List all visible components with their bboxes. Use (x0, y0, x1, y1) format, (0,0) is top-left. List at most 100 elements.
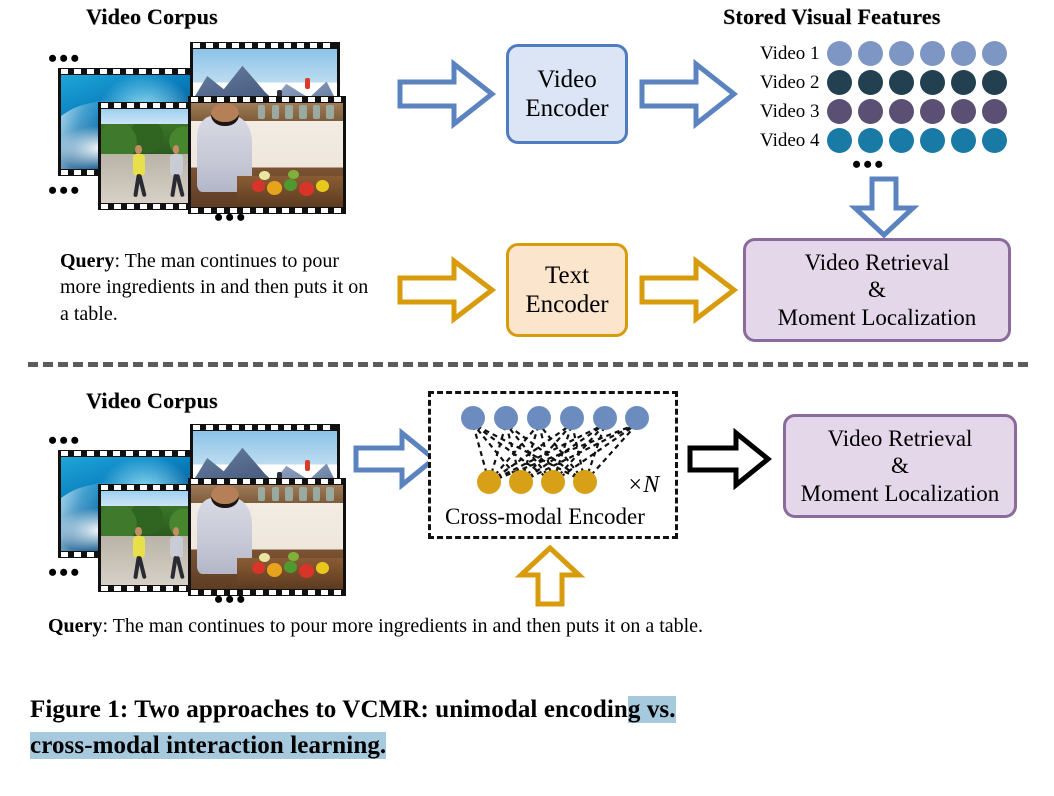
feature-dot (919, 41, 945, 66)
cross-modal-repeat-label: ×N (627, 472, 660, 498)
arrow-corpus-to-cross-modal-encoder (352, 428, 438, 490)
bottom-output-box[interactable]: Video Retrieval & Moment Localization (783, 414, 1017, 518)
bottom-video-corpus-title: Video Corpus (86, 388, 218, 413)
feature-row-label: Video 3 (760, 100, 820, 122)
arrow-encoder-to-output (686, 428, 772, 490)
video-encoder-line1: Video (537, 65, 597, 93)
skier (305, 460, 311, 472)
arrow-query-to-text-encoder (396, 256, 496, 324)
caption-line1-plain: Figure 1: Two approaches to VCMR: unimod… (30, 696, 628, 723)
jar (312, 105, 321, 119)
cross-modal-text-token (541, 470, 565, 494)
query-separator: : (114, 250, 125, 272)
feature-dot (826, 70, 852, 95)
scene-cooking (191, 103, 343, 207)
feature-row-label: Video 1 (760, 42, 820, 64)
vegetable (298, 182, 315, 196)
feature-dot (888, 99, 914, 124)
film-holes (58, 450, 200, 457)
runner-figure (168, 144, 185, 198)
feature-rows-ellipsis: ••• (852, 150, 886, 179)
feature-dot (826, 41, 852, 66)
skier (305, 78, 311, 90)
output-line2: & (868, 277, 886, 303)
feature-dot (888, 41, 914, 66)
jar (298, 105, 307, 119)
jar (257, 105, 266, 119)
vegetable (259, 552, 271, 562)
text-encoder-line1: Text (544, 261, 590, 289)
feature-row-label: Video 2 (760, 71, 820, 93)
feature-dot (950, 41, 976, 66)
feature-dot (826, 128, 852, 153)
arrow-video-encoder-to-features (638, 58, 738, 130)
figure-caption: Figure 1: Two approaches to VCMR: unimod… (30, 692, 1030, 763)
cross-modal-text-token (509, 470, 533, 494)
arrow-query-to-encoder (514, 545, 586, 607)
cross-modal-visual-token (461, 406, 485, 430)
cross-modal-text-token (477, 470, 501, 494)
arrow-text-encoder-to-output (638, 256, 738, 324)
bottom-video-thumbnails: ••• ••• ••• (40, 422, 380, 613)
feature-dot (950, 99, 976, 124)
thumb-ellipsis-bottom-center: ••• (214, 203, 248, 232)
jar (326, 105, 334, 119)
output-line2: & (891, 453, 909, 479)
feature-dot (919, 70, 945, 95)
jar (271, 105, 280, 119)
feature-row-video-3: Video 3 (760, 99, 1013, 124)
film-holes (188, 478, 346, 485)
cross-modal-visual-token (593, 406, 617, 430)
top-query-text: Query: The man continues to pour more in… (60, 248, 380, 327)
film-holes (188, 589, 346, 596)
film-holes (190, 42, 340, 49)
jar (285, 487, 293, 501)
query-value: The man continues to pour more ingredien… (112, 615, 704, 637)
cross-modal-visual-token (527, 406, 551, 430)
text-encoder-line2: Encoder (525, 291, 609, 318)
arrow-features-to-output (848, 176, 920, 238)
jar (326, 487, 334, 501)
video-encoder-box[interactable]: Video Encoder (506, 44, 628, 144)
vegetable (298, 564, 315, 578)
vegetable (267, 181, 283, 195)
feature-dot (950, 128, 976, 153)
cross-modal-encoder-box[interactable]: ×N Cross-modal Encoder (428, 391, 678, 539)
vegetable (288, 169, 299, 179)
feature-dot (981, 99, 1007, 124)
vegetable (267, 563, 283, 577)
jar (298, 487, 307, 501)
feature-row-video-4: Video 4 (760, 128, 1013, 153)
output-line1: Video Retrieval (804, 250, 950, 276)
caption-line2-highlighted: cross-modal interaction learning. (30, 731, 387, 759)
video-encoder-line2: Encoder (525, 95, 609, 122)
film-holes (190, 424, 340, 431)
cross-modal-visual-token (625, 406, 649, 430)
feature-row-video-2: Video 2 (760, 70, 1013, 95)
query-label: Query (60, 250, 115, 272)
feature-dot (919, 128, 945, 153)
jar (312, 487, 321, 501)
film-holes (188, 207, 346, 214)
stored-visual-features-title: Stored Visual Features (723, 4, 941, 29)
arrow-corpus-to-video-encoder (396, 58, 496, 130)
output-line3: Moment Localization (800, 480, 1000, 506)
thumb-ellipsis-bottom-center: ••• (214, 585, 248, 614)
cross-modal-visual-token (560, 406, 584, 430)
text-encoder-box[interactable]: Text Encoder (506, 243, 628, 337)
feature-dot (888, 128, 914, 153)
feature-dot (857, 99, 883, 124)
runner-figure (130, 144, 147, 198)
vegetable (288, 551, 299, 561)
output-line3: Moment Localization (777, 304, 977, 330)
thumb-ellipsis-bottom-left: ••• (48, 558, 82, 587)
top-output-box[interactable]: Video Retrieval & Moment Localization (743, 238, 1011, 342)
feature-dot (857, 41, 883, 66)
feature-dot (919, 99, 945, 124)
cross-modal-encoder-label: Cross-modal Encoder (445, 504, 645, 529)
top-video-thumbnails: ••• ••• ••• (40, 40, 380, 231)
thumbnail-cooking-vegetables (188, 96, 346, 214)
feature-row-label: Video 4 (760, 129, 820, 151)
feature-dot (826, 99, 852, 124)
vegetable (259, 170, 271, 180)
